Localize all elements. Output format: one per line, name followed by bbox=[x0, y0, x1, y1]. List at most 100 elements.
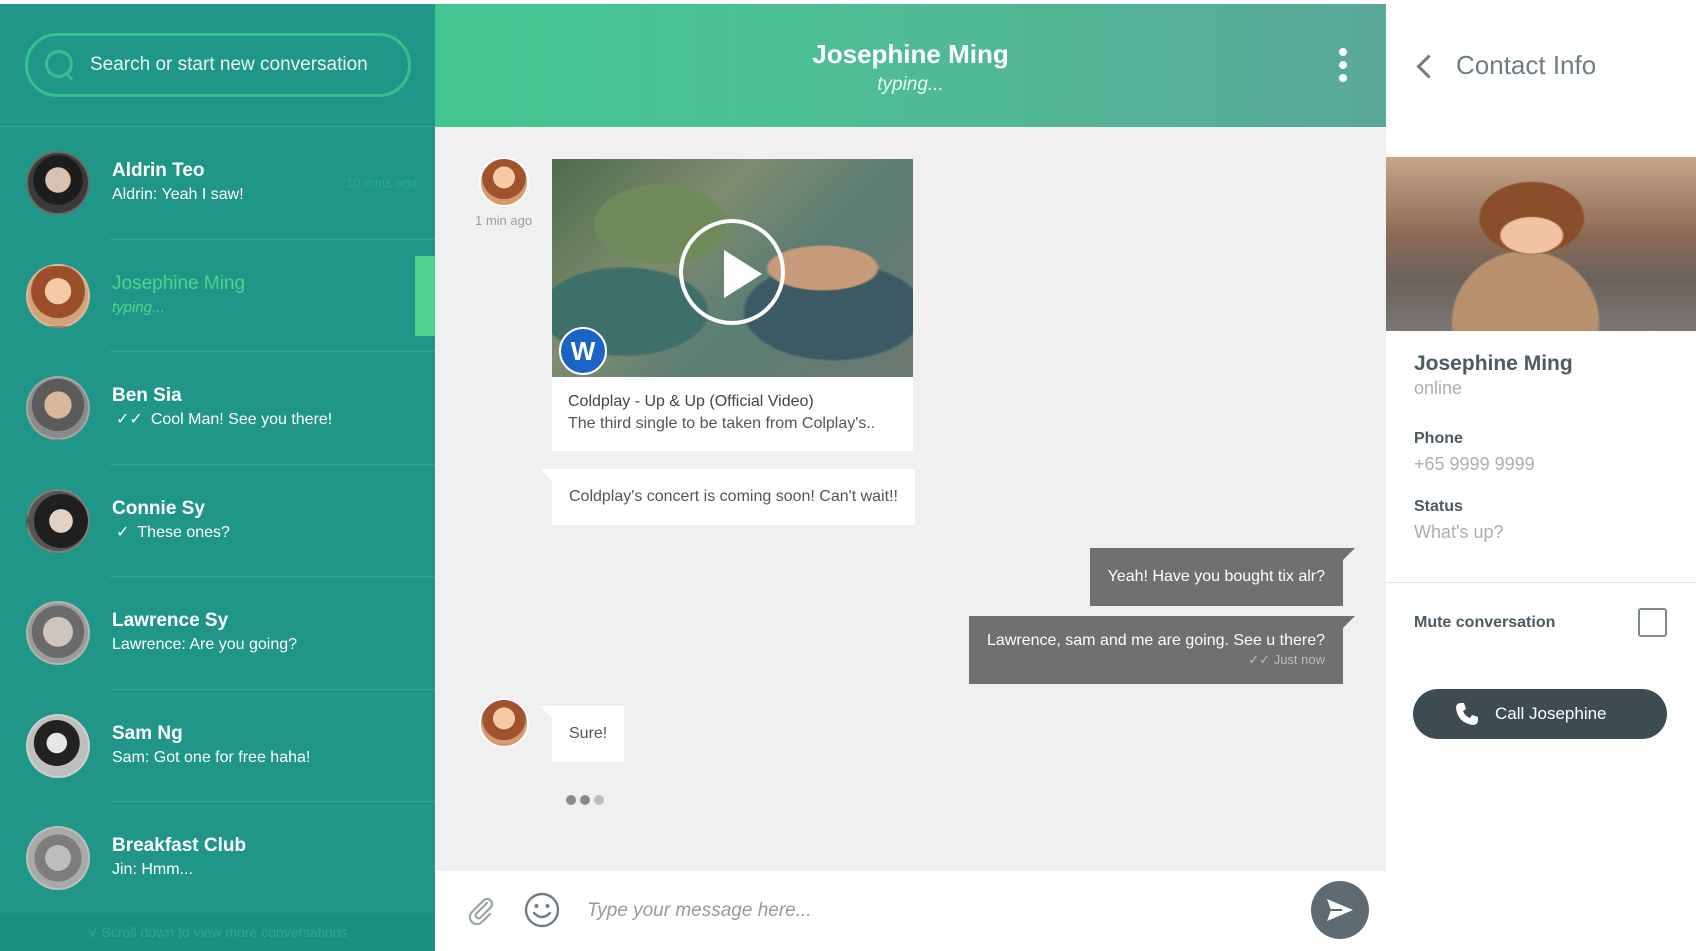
phone-icon bbox=[1456, 703, 1478, 725]
conversation-sidebar: Aldrin Teo Aldrin: Yeah I saw! 10 mins a… bbox=[0, 4, 435, 951]
call-button[interactable]: Call Josephine bbox=[1413, 689, 1667, 739]
conversation-text: Breakfast Club Jin: Hmm... bbox=[112, 834, 246, 882]
mute-conversation-label: Mute conversation bbox=[1414, 614, 1556, 631]
video-title: Coldplay - Up & Up (Official Video) bbox=[568, 393, 814, 410]
play-icon[interactable] bbox=[679, 219, 785, 325]
warner-logo: W bbox=[559, 327, 607, 375]
avatar bbox=[26, 263, 90, 328]
message-text: Yeah! Have you bought tix alr? bbox=[1107, 568, 1325, 585]
conversation-preview-text: typing... bbox=[112, 298, 165, 316]
status-value: What's up? bbox=[1414, 522, 1504, 542]
double-check-icon: ✓✓ bbox=[116, 411, 143, 429]
message-composer bbox=[435, 871, 1386, 951]
call-button-label: Call Josephine bbox=[1495, 704, 1607, 723]
conversation-name: Connie Sy bbox=[112, 497, 205, 519]
avatar bbox=[26, 826, 90, 891]
conversation-preview-text: Jin: Hmm... bbox=[112, 861, 193, 879]
scroll-more-hint[interactable]: ∨ Scroll down to view more conversations bbox=[0, 913, 435, 951]
emoji-icon[interactable] bbox=[523, 891, 561, 929]
message-time: ✓✓ Just now bbox=[1248, 652, 1325, 667]
search-icon[interactable] bbox=[44, 49, 76, 81]
incoming-message: Coldplay's concert is coming soon! Can't… bbox=[540, 469, 915, 525]
video-description: The third single to be taken from Colpla… bbox=[568, 415, 876, 432]
conversation-name: Aldrin Teo bbox=[112, 160, 205, 182]
avatar bbox=[479, 157, 529, 207]
contact-info-title: Contact Info bbox=[1456, 50, 1597, 80]
divider bbox=[1386, 582, 1696, 583]
back-chevron-icon[interactable] bbox=[1414, 52, 1436, 80]
conversation-text: Josephine Ming typing... bbox=[112, 272, 245, 320]
conversation-text: Aldrin Teo Aldrin: Yeah I saw! bbox=[112, 159, 244, 207]
avatar bbox=[26, 151, 90, 216]
chat-app: Aldrin Teo Aldrin: Yeah I saw! 10 mins a… bbox=[0, 0, 1696, 951]
active-indicator bbox=[415, 255, 435, 336]
chat-panel: Josephine Ming typing... 1 min ago W Col… bbox=[435, 4, 1386, 951]
phone-value: +65 9999 9999 bbox=[1414, 454, 1535, 474]
avatar bbox=[479, 698, 529, 748]
conversation-preview: ✓ These ones? bbox=[112, 521, 230, 545]
typing-indicator bbox=[566, 795, 604, 805]
message-text: Lawrence, sam and me are going. See u th… bbox=[987, 632, 1325, 649]
sidebar-header bbox=[0, 4, 435, 127]
conversation-preview-text: Aldrin: Yeah I saw! bbox=[112, 186, 244, 204]
search-input[interactable] bbox=[90, 54, 390, 76]
conversation-item-breakfast-club[interactable]: Breakfast Club Jin: Hmm... bbox=[0, 802, 435, 915]
conversation-preview: ✓✓ Cool Man! See you there! bbox=[112, 408, 332, 432]
video-thumbnail[interactable]: W bbox=[552, 159, 913, 377]
contact-info-panel: Contact Info Josephine Ming online Phone… bbox=[1386, 4, 1696, 739]
check-icon: ✓ bbox=[116, 523, 130, 541]
status-label: Status bbox=[1414, 498, 1463, 515]
mute-conversation-checkbox[interactable] bbox=[1638, 608, 1667, 637]
conversation-item-ben-sia[interactable]: Ben Sia ✓✓ Cool Man! See you there! bbox=[0, 352, 435, 465]
avatar bbox=[26, 376, 90, 441]
avatar bbox=[26, 601, 90, 666]
paperclip-icon[interactable] bbox=[465, 895, 497, 927]
conversation-preview-text: Sam: Got one for free haha! bbox=[112, 748, 311, 766]
conversation-name: Breakfast Club bbox=[112, 835, 247, 857]
contact-photo bbox=[1386, 157, 1696, 331]
conversation-text: Ben Sia ✓✓ Cool Man! See you there! bbox=[112, 384, 332, 432]
contact-info-header: Contact Info bbox=[1386, 4, 1696, 127]
video-link-card[interactable]: W Coldplay - Up & Up (Official Video) Th… bbox=[552, 159, 913, 451]
search-bar[interactable] bbox=[25, 33, 411, 97]
conversation-item-josephine-ming[interactable]: Josephine Ming typing... bbox=[0, 240, 435, 353]
conversation-name: Josephine Ming bbox=[112, 272, 246, 294]
chat-header: Josephine Ming typing... bbox=[435, 4, 1386, 127]
message-text: Sure! bbox=[569, 725, 608, 742]
kebab-menu-icon[interactable] bbox=[1338, 48, 1348, 82]
conversation-preview-text: Lawrence: Are you going? bbox=[112, 636, 298, 654]
conversation-name: Sam Ng bbox=[112, 722, 183, 744]
conversation-preview: Sam: Got one for free haha! bbox=[112, 746, 310, 770]
conversation-item-lawrence-sy[interactable]: Lawrence Sy Lawrence: Are you going? bbox=[0, 577, 435, 690]
conversation-preview: typing... bbox=[112, 296, 245, 320]
message-text: Coldplay's concert is coming soon! Can't… bbox=[569, 488, 898, 505]
message-time: 1 min ago bbox=[475, 213, 533, 228]
contact-name: Josephine Ming bbox=[1414, 352, 1573, 375]
conversation-text: Connie Sy ✓ These ones? bbox=[112, 497, 230, 545]
chat-status: typing... bbox=[877, 74, 944, 95]
conversation-item-connie-sy[interactable]: Connie Sy ✓ These ones? bbox=[0, 465, 435, 578]
send-button[interactable] bbox=[1311, 881, 1369, 939]
conversation-preview: Jin: Hmm... bbox=[112, 858, 246, 882]
conversation-preview: Aldrin: Yeah I saw! bbox=[112, 183, 244, 207]
conversation-time: 10 mins ago bbox=[346, 175, 417, 190]
outgoing-message: Yeah! Have you bought tix alr? bbox=[1089, 548, 1356, 606]
conversation-preview-text: Cool Man! See you there! bbox=[150, 411, 333, 429]
avatar bbox=[26, 488, 90, 553]
conversation-text: Sam Ng Sam: Got one for free haha! bbox=[112, 722, 310, 770]
conversation-preview: Lawrence: Are you going? bbox=[112, 633, 297, 657]
conversation-text: Lawrence Sy Lawrence: Are you going? bbox=[112, 609, 297, 657]
avatar bbox=[26, 713, 90, 778]
chat-title: Josephine Ming bbox=[812, 39, 1009, 69]
incoming-message: Sure! bbox=[539, 706, 625, 762]
conversation-name: Ben Sia bbox=[112, 385, 182, 407]
message-input[interactable] bbox=[587, 891, 1287, 931]
outgoing-message: Lawrence, sam and me are going. See u th… bbox=[969, 616, 1355, 684]
conversation-preview-text: These ones? bbox=[137, 523, 230, 541]
conversation-name: Lawrence Sy bbox=[112, 610, 229, 632]
send-icon bbox=[1327, 899, 1353, 921]
conversation-item-sam-ng[interactable]: Sam Ng Sam: Got one for free haha! bbox=[0, 690, 435, 803]
phone-label: Phone bbox=[1414, 430, 1463, 447]
conversation-item-aldrin-teo[interactable]: Aldrin Teo Aldrin: Yeah I saw! 10 mins a… bbox=[0, 127, 435, 240]
contact-online-status: online bbox=[1414, 378, 1463, 398]
